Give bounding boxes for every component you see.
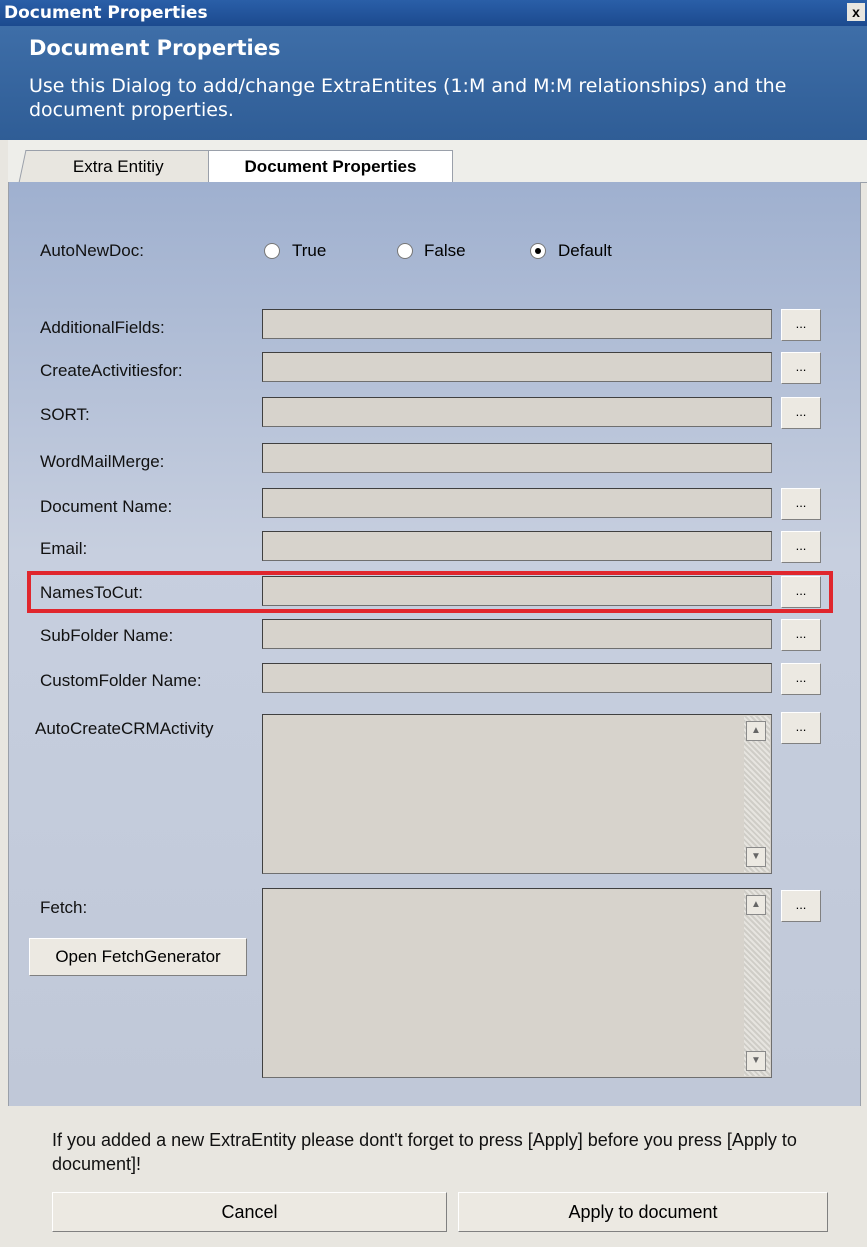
scroll-down-icon[interactable]: ▼ <box>746 1051 766 1071</box>
autonewdoc-label: AutoNewDoc: <box>40 241 144 260</box>
cancel-button[interactable]: Cancel <box>52 1192 447 1232</box>
tab-extra-entity[interactable]: Extra Entitiy <box>18 150 218 183</box>
scroll-up-icon[interactable]: ▲ <box>746 895 766 915</box>
customfolder-name-browse-button[interactable]: ... <box>781 663 821 695</box>
dialog-heading: Document Properties <box>29 36 281 60</box>
scroll-down-icon[interactable]: ▼ <box>746 847 766 867</box>
open-fetchgenerator-button[interactable]: Open FetchGenerator <box>29 938 247 976</box>
radio-true[interactable] <box>264 243 280 259</box>
additionalfields-browse-button[interactable]: ... <box>781 309 821 341</box>
additionalfields-input[interactable] <box>262 309 772 339</box>
document-name-label: Document Name: <box>40 497 173 516</box>
subfolder-name-label: SubFolder Name: <box>40 626 174 645</box>
apply-to-document-button[interactable]: Apply to document <box>458 1192 828 1232</box>
autocreatecrmactivity-label: AutoCreateCRMActivity <box>35 719 214 738</box>
highlight-box <box>27 571 833 613</box>
radio-default-label: Default <box>558 241 612 260</box>
tab-document-properties[interactable]: Document Properties <box>208 150 453 183</box>
createactivitiesfor-input[interactable] <box>262 352 772 382</box>
customfolder-name-label: CustomFolder Name: <box>40 671 202 690</box>
window-title: Document Properties <box>4 3 208 23</box>
wordmailmerge-input[interactable] <box>262 443 772 473</box>
autocreatecrmactivity-textarea[interactable]: ▲ ▼ <box>262 714 772 874</box>
customfolder-name-input[interactable] <box>262 663 772 693</box>
subfolder-name-browse-button[interactable]: ... <box>781 619 821 651</box>
email-browse-button[interactable]: ... <box>781 531 821 563</box>
sort-browse-button[interactable]: ... <box>781 397 821 429</box>
footer-note: If you added a new ExtraEntity please do… <box>52 1130 797 1174</box>
dialog-header: Document Properties Use this Dialog to a… <box>0 26 867 140</box>
document-name-input[interactable] <box>262 488 772 518</box>
autocreate-scrollbar[interactable]: ▲ ▼ <box>744 716 770 872</box>
email-input[interactable] <box>262 531 772 561</box>
radio-false[interactable] <box>397 243 413 259</box>
email-label: Email: <box>40 539 88 558</box>
sort-input[interactable] <box>262 397 772 427</box>
title-bar: Document Properties x <box>0 0 867 26</box>
tab-strip: Extra Entitiy Document Properties <box>8 140 867 183</box>
close-button[interactable]: x <box>847 3 865 21</box>
fetch-scrollbar[interactable]: ▲ ▼ <box>744 890 770 1076</box>
fetch-label: Fetch: <box>40 898 88 917</box>
radio-false-label: False <box>424 241 466 260</box>
fetch-textarea[interactable]: ▲ ▼ <box>262 888 772 1078</box>
additionalfields-label: AdditionalFields: <box>40 318 165 337</box>
dialog-description: Use this Dialog to add/change ExtraEntit… <box>29 75 787 121</box>
radio-default[interactable] <box>530 243 546 259</box>
autocreatecrmactivity-browse-button[interactable]: ... <box>781 712 821 744</box>
sort-label: SORT: <box>40 405 90 424</box>
wordmailmerge-label: WordMailMerge: <box>40 452 165 471</box>
scroll-up-icon[interactable]: ▲ <box>746 721 766 741</box>
createactivitiesfor-label: CreateActivitiesfor: <box>40 361 183 380</box>
fetch-browse-button[interactable]: ... <box>781 890 821 922</box>
radio-true-label: True <box>292 241 327 260</box>
document-name-browse-button[interactable]: ... <box>781 488 821 520</box>
createactivitiesfor-browse-button[interactable]: ... <box>781 352 821 384</box>
subfolder-name-input[interactable] <box>262 619 772 649</box>
